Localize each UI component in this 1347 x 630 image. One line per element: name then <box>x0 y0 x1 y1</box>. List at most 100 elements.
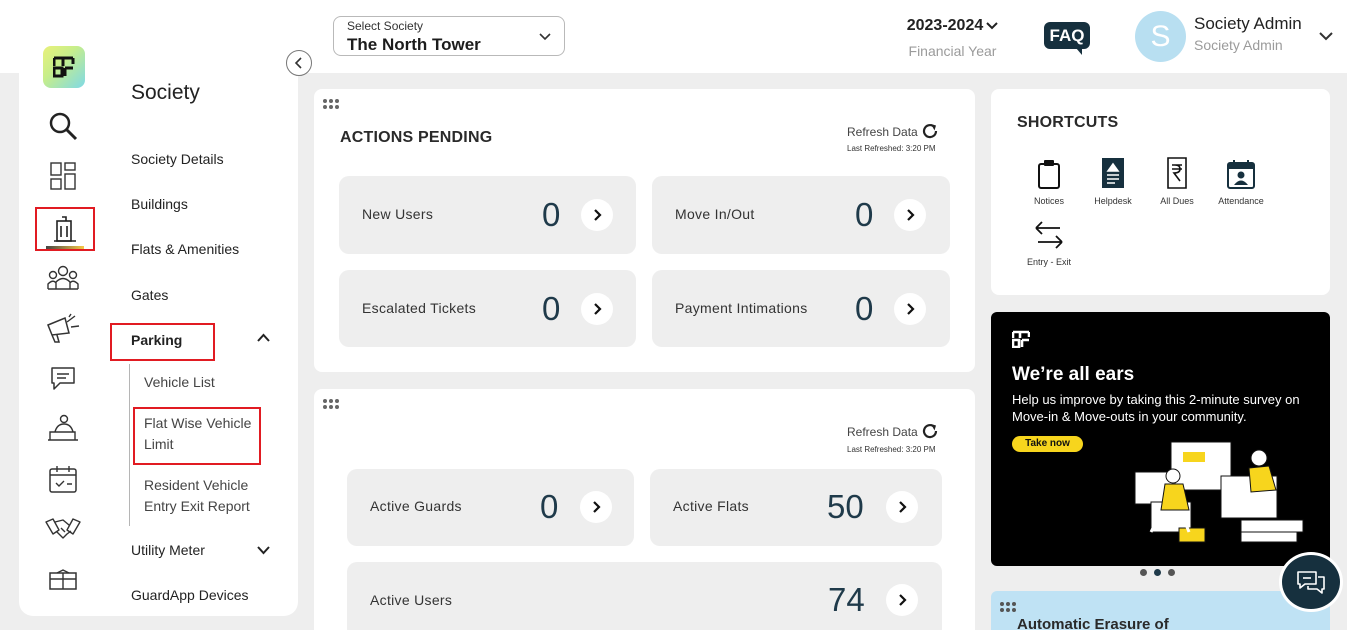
flat-wise-highlight-box <box>133 407 261 465</box>
chevron-right-icon <box>593 209 602 221</box>
brand-logo-icon <box>1012 330 1030 348</box>
financial-year-value: 2023-2024 <box>906 17 984 34</box>
sidebar-item-buildings[interactable]: Buildings <box>131 196 188 212</box>
refresh-data-button[interactable]: Refresh Data <box>847 122 939 140</box>
survey-promo-banner[interactable]: We’re all ears Help us improve by taking… <box>991 312 1330 566</box>
people-with-boxes-illustration <box>1134 441 1304 543</box>
take-now-button[interactable]: Take now <box>1012 436 1083 452</box>
stat-label: Active Guards <box>370 498 462 514</box>
chevron-down-icon <box>986 22 998 30</box>
stat-value: 0 <box>542 196 561 233</box>
shortcut-attendance[interactable]: Attendance <box>1209 155 1273 206</box>
sidebar-item-gates[interactable]: Gates <box>131 287 168 303</box>
calendar-icon[interactable] <box>45 461 81 497</box>
overview-card: Refresh Data Last Refreshed: 3:20 PM Act… <box>314 389 975 630</box>
carousel-dot[interactable] <box>1140 569 1147 576</box>
financial-year-selector[interactable]: 2023-2024 Financial Year <box>895 17 1010 59</box>
stat-tile-escalated-tickets[interactable]: Escalated Tickets 0 <box>339 270 636 347</box>
refresh-icon <box>922 423 937 439</box>
society-select-label: Select Society <box>347 19 424 33</box>
submenu-line <box>129 364 130 526</box>
shortcut-all-dues[interactable]: All Dues <box>1145 155 1209 206</box>
service-icon[interactable] <box>45 411 81 447</box>
sidebar-item-guardapp-devices[interactable]: GuardApp Devices <box>131 587 249 603</box>
handshake-icon[interactable] <box>45 510 81 546</box>
chevron-up-icon[interactable] <box>257 333 270 343</box>
chevron-right-icon <box>592 501 601 513</box>
sidebar-item-utility-meter[interactable]: Utility Meter <box>131 542 205 558</box>
sidebar-subitem-vehicle-list[interactable]: Vehicle List <box>144 372 215 393</box>
sidebar-subitem-resident-vehicle-report[interactable]: Resident Vehicle Entry Exit Report <box>144 475 269 517</box>
rupee-bill-icon <box>1167 157 1187 189</box>
sidebar-item-society-details[interactable]: Society Details <box>131 151 224 167</box>
stat-tile-active-flats[interactable]: Active Flats 50 <box>650 469 942 546</box>
user-role: Society Admin <box>1194 37 1283 53</box>
society-select[interactable]: Select Society The North Tower <box>333 16 565 56</box>
arrow-right-button[interactable] <box>886 491 918 523</box>
stat-tile-new-users[interactable]: New Users 0 <box>339 176 636 254</box>
stat-label: Active Flats <box>673 498 749 514</box>
chat-support-button[interactable] <box>1279 552 1343 612</box>
chevron-down-icon <box>539 33 551 41</box>
stat-label: Payment Intimations <box>675 300 808 316</box>
carousel-dots[interactable] <box>1140 563 1182 581</box>
erasure-card: Automatic Erasure of <box>991 591 1330 630</box>
arrow-right-button[interactable] <box>894 199 926 231</box>
shortcut-notices[interactable]: Notices <box>1017 155 1081 206</box>
user-name[interactable]: Society Admin <box>1194 14 1302 34</box>
chat-icon[interactable] <box>45 360 81 396</box>
arrow-right-button[interactable] <box>581 293 613 325</box>
chevron-right-icon <box>593 303 602 315</box>
shortcut-entry-exit[interactable]: Entry - Exit <box>1017 216 1081 267</box>
attendance-icon <box>1227 160 1255 189</box>
package-icon[interactable] <box>45 562 81 598</box>
arrow-right-button[interactable] <box>886 584 918 616</box>
building-icon[interactable] <box>35 207 95 251</box>
faq-button[interactable]: FAQ <box>1044 22 1090 55</box>
shortcut-helpdesk[interactable]: Helpdesk <box>1081 155 1145 206</box>
carousel-dot[interactable] <box>1168 569 1175 576</box>
clipboard-icon <box>1038 160 1060 189</box>
chevron-right-icon <box>898 501 907 513</box>
refresh-data-button[interactable]: Refresh Data <box>847 422 939 440</box>
announcement-icon[interactable] <box>45 310 81 346</box>
actions-pending-title: ACTIONS PENDING <box>340 129 493 146</box>
shortcut-label: Notices <box>1033 196 1064 206</box>
chevron-down-icon[interactable] <box>1319 30 1333 42</box>
sidebar-item-flats-amenities[interactable]: Flats & Amenities <box>131 241 239 257</box>
shortcut-label: All Dues <box>1160 196 1194 206</box>
shortcut-label: Entry - Exit <box>1026 257 1071 267</box>
dashboard-grid-icon[interactable] <box>45 158 81 194</box>
arrow-right-button[interactable] <box>580 491 612 523</box>
stat-label: New Users <box>362 206 434 222</box>
avatar[interactable]: S <box>1135 11 1186 62</box>
arrow-right-button[interactable] <box>894 293 926 325</box>
stat-tile-active-users[interactable]: Active Users 74 <box>347 562 942 630</box>
carousel-dot[interactable] <box>1154 569 1161 576</box>
chevron-right-icon <box>906 303 915 315</box>
chevron-left-icon <box>294 57 302 69</box>
drag-handle-icon[interactable] <box>322 99 340 109</box>
collapse-sidebar-button[interactable] <box>286 50 312 76</box>
sidebar-section-title: Society <box>131 81 200 104</box>
shortcut-label: Helpdesk <box>1094 196 1132 206</box>
stat-tile-move-in-out[interactable]: Move In/Out 0 <box>652 176 950 254</box>
search-icon[interactable] <box>45 108 81 144</box>
stat-tile-active-guards[interactable]: Active Guards 0 <box>347 469 634 546</box>
arrow-right-button[interactable] <box>581 199 613 231</box>
shortcuts-title: SHORTCUTS <box>1017 114 1119 131</box>
promo-title: We’re all ears <box>1012 364 1135 385</box>
refresh-label: Refresh Data <box>847 125 918 139</box>
refresh-icon <box>922 123 937 139</box>
chevron-right-icon <box>898 594 907 606</box>
financial-year-label: Financial Year <box>908 43 997 59</box>
parking-highlight-box <box>110 323 215 361</box>
chevron-right-icon <box>906 209 915 221</box>
chevron-down-icon[interactable] <box>257 545 270 555</box>
stat-tile-payment-intimations[interactable]: Payment Intimations 0 <box>652 270 950 347</box>
drag-handle-icon[interactable] <box>999 602 1017 612</box>
app-logo[interactable] <box>43 46 85 88</box>
residents-icon[interactable] <box>45 260 81 296</box>
refresh-label: Refresh Data <box>847 425 918 439</box>
drag-handle-icon[interactable] <box>322 399 340 409</box>
